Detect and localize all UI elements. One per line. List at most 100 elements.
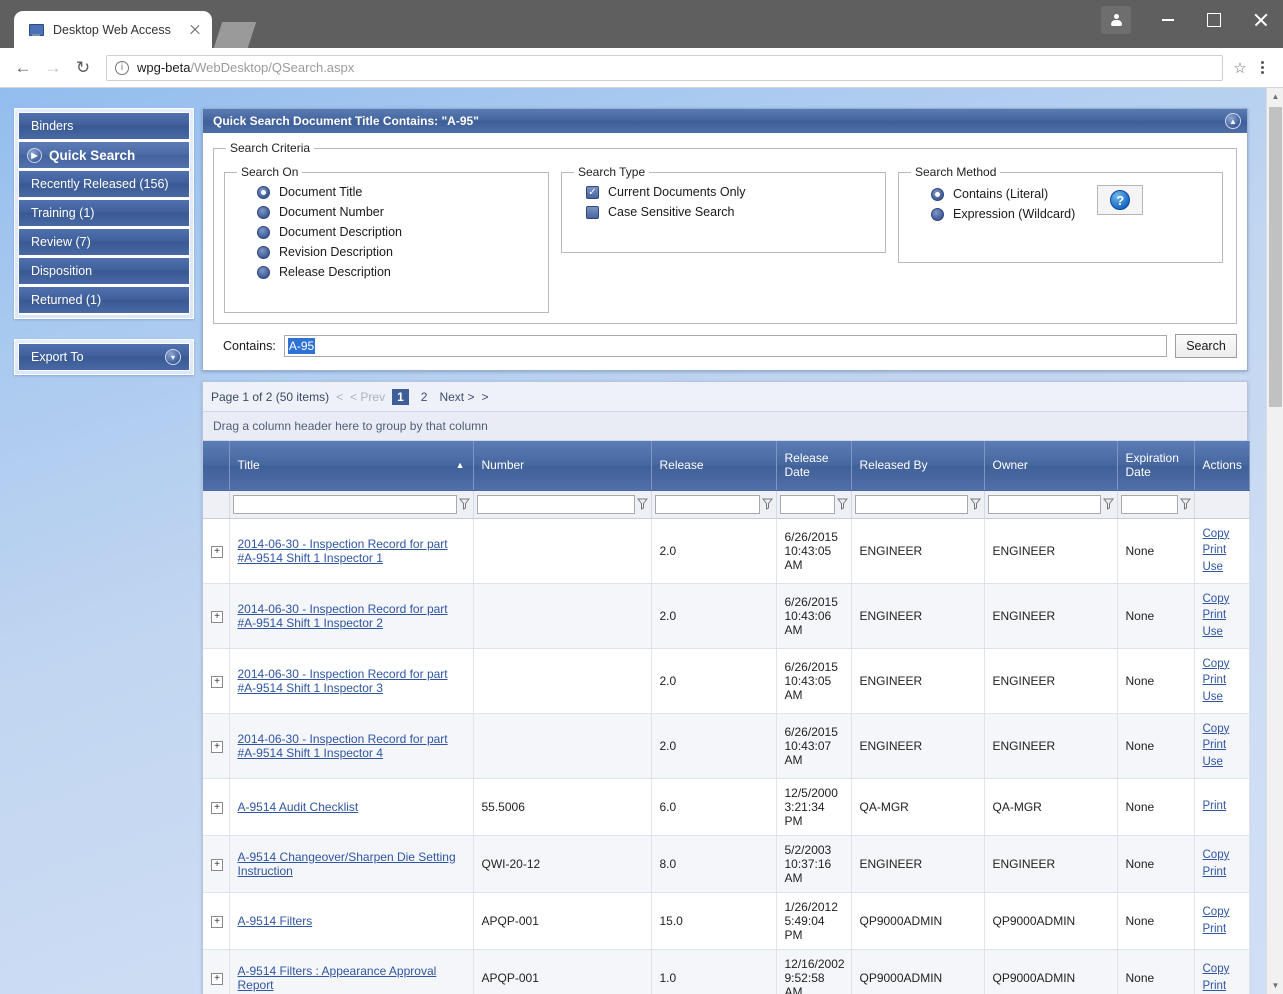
- document-title-link[interactable]: 2014-06-30 - Inspection Record for part …: [238, 732, 448, 760]
- pager-page-2[interactable]: 2: [416, 389, 433, 405]
- action-link-print[interactable]: Print: [1203, 672, 1241, 689]
- contains-input[interactable]: A-95: [283, 335, 1167, 357]
- filter-funnel-icon[interactable]: [636, 498, 648, 510]
- table-row[interactable]: + A-9514 Filters : Appearance Approval Re…: [203, 949, 1250, 994]
- filter-input-title[interactable]: [232, 494, 457, 514]
- action-link-print[interactable]: Print: [1203, 798, 1241, 815]
- action-link-copy[interactable]: Copy: [1203, 904, 1241, 921]
- pager-next[interactable]: Next >: [439, 390, 474, 404]
- bookmark-star-icon[interactable]: ☆: [1229, 57, 1251, 79]
- column-header-number[interactable]: Number: [473, 441, 652, 491]
- filter-input-number[interactable]: [476, 494, 635, 514]
- profile-avatar-icon[interactable]: [1101, 6, 1131, 34]
- table-row[interactable]: +2014-06-30 - Inspection Record for part…: [203, 713, 1250, 779]
- pager-prev[interactable]: < Prev: [350, 390, 385, 404]
- collapse-panel-icon[interactable]: ▲: [1225, 113, 1241, 129]
- filter-funnel-icon[interactable]: [761, 498, 773, 510]
- help-button[interactable]: ?: [1097, 185, 1144, 215]
- filter-funnel-icon[interactable]: [1102, 498, 1114, 510]
- radio-contains-literal[interactable]: Contains (Literal): [931, 187, 1075, 201]
- column-header-title[interactable]: Title ▲: [229, 441, 474, 491]
- table-row[interactable]: +2014-06-30 - Inspection Record for part…: [203, 583, 1250, 649]
- back-button[interactable]: ←: [8, 53, 38, 83]
- browser-menu-icon[interactable]: [1251, 57, 1273, 79]
- action-link-copy[interactable]: Copy: [1203, 526, 1241, 543]
- sidebar-item-disposition[interactable]: Disposition: [18, 257, 190, 286]
- column-header-expiration-date[interactable]: Expiration Date: [1117, 441, 1195, 491]
- action-link-use[interactable]: Use: [1203, 624, 1241, 641]
- chevron-down-icon[interactable]: ▾: [165, 349, 181, 365]
- expand-row-icon[interactable]: +: [211, 741, 223, 754]
- vertical-scrollbar[interactable]: ▲ ▼: [1266, 88, 1283, 994]
- document-title-link[interactable]: 2014-06-30 - Inspection Record for part …: [238, 537, 448, 565]
- action-link-print[interactable]: Print: [1203, 737, 1241, 754]
- new-tab-button[interactable]: [213, 22, 257, 48]
- sidebar-item-review[interactable]: Review (7): [18, 228, 190, 257]
- sidebar-item-returned[interactable]: Returned (1): [18, 286, 190, 315]
- radio-release-description[interactable]: Release Description: [257, 265, 538, 279]
- close-window-button[interactable]: [1237, 4, 1283, 36]
- document-title-link[interactable]: 2014-06-30 - Inspection Record for part …: [238, 602, 448, 630]
- action-link-print[interactable]: Print: [1203, 607, 1241, 624]
- minimize-button[interactable]: [1145, 4, 1191, 36]
- document-title-link[interactable]: 2014-06-30 - Inspection Record for part …: [238, 667, 448, 695]
- table-row[interactable]: + A-9514 Changeover/Sharpen Die Setting I…: [203, 835, 1250, 893]
- radio-document-description[interactable]: Document Description: [257, 225, 538, 239]
- filter-input-expiration-date[interactable]: [1120, 494, 1178, 514]
- radio-expression-wildcard[interactable]: Expression (Wildcard): [931, 207, 1075, 221]
- document-title-link[interactable]: A-9514 Filters: [238, 914, 313, 928]
- action-link-copy[interactable]: Copy: [1203, 591, 1241, 608]
- maximize-button[interactable]: [1191, 4, 1237, 36]
- table-row[interactable]: +2014-06-30 - Inspection Record for part…: [203, 648, 1250, 714]
- document-title-link[interactable]: A-9514 Changeover/Sharpen Die Setting In…: [238, 850, 456, 878]
- address-bar[interactable]: i wpg-beta/WebDesktop/QSearch.aspx: [106, 54, 1223, 81]
- action-link-use[interactable]: Use: [1203, 689, 1241, 706]
- action-link-copy[interactable]: Copy: [1203, 961, 1241, 978]
- sidebar-item-training[interactable]: Training (1): [18, 199, 190, 228]
- scrollbar-thumb[interactable]: [1269, 107, 1282, 407]
- filter-input-released-by[interactable]: [854, 494, 968, 514]
- group-drop-area[interactable]: Drag a column header here to group by th…: [203, 411, 1247, 441]
- action-link-print[interactable]: Print: [1203, 864, 1241, 881]
- export-to-button[interactable]: Export To ▾: [18, 343, 190, 371]
- expand-row-icon[interactable]: +: [211, 546, 223, 558]
- filter-input-owner[interactable]: [987, 494, 1101, 514]
- close-tab-icon[interactable]: [186, 21, 204, 39]
- table-row[interactable]: +2014-06-30 - Inspection Record for part…: [203, 518, 1250, 584]
- expand-row-icon[interactable]: +: [211, 676, 223, 689]
- sidebar-item-quick-search[interactable]: ▶ Quick Search: [18, 141, 190, 170]
- pager-page-1[interactable]: 1: [392, 388, 409, 405]
- pager-first[interactable]: <: [336, 390, 343, 404]
- scroll-down-icon[interactable]: ▼: [1267, 977, 1283, 994]
- table-row[interactable]: + A-9514 Filters APQP-001 15.0 1/26/2012 5:4…: [203, 892, 1250, 950]
- checkbox-case-sensitive-search[interactable]: Case Sensitive Search: [586, 205, 875, 219]
- reload-button[interactable]: ↻: [68, 53, 98, 83]
- expand-row-icon[interactable]: +: [211, 973, 223, 986]
- radio-document-number[interactable]: Document Number: [257, 205, 538, 219]
- document-title-link[interactable]: A-9514 Audit Checklist: [238, 800, 359, 814]
- filter-input-release-date[interactable]: [779, 494, 835, 514]
- filter-funnel-icon[interactable]: [458, 498, 470, 510]
- forward-button[interactable]: →: [38, 53, 68, 83]
- action-link-use[interactable]: Use: [1203, 559, 1241, 576]
- action-link-copy[interactable]: Copy: [1203, 847, 1241, 864]
- filter-funnel-icon[interactable]: [836, 498, 848, 510]
- radio-revision-description[interactable]: Revision Description: [257, 245, 538, 259]
- column-header-release-date[interactable]: Release Date: [776, 441, 852, 491]
- action-link-print[interactable]: Print: [1203, 542, 1241, 559]
- action-link-print[interactable]: Print: [1203, 921, 1241, 938]
- action-link-print[interactable]: Print: [1203, 978, 1241, 994]
- expand-row-icon[interactable]: +: [211, 802, 223, 815]
- expand-row-icon[interactable]: +: [211, 859, 223, 872]
- checkbox-current-documents-only[interactable]: ✓ Current Documents Only: [586, 185, 875, 199]
- action-link-use[interactable]: Use: [1203, 754, 1241, 771]
- pager-last[interactable]: >: [481, 390, 488, 404]
- table-row[interactable]: + A-9514 Audit Checklist 55.5006 6.0 12/5/20…: [203, 778, 1250, 836]
- sidebar-item-binders[interactable]: Binders: [18, 112, 190, 141]
- search-button[interactable]: Search: [1175, 334, 1237, 358]
- column-header-released-by[interactable]: Released By: [851, 441, 985, 491]
- sidebar-item-recently-released[interactable]: Recently Released (156): [18, 170, 190, 199]
- document-title-link[interactable]: A-9514 Filters : Appearance Approval Rep…: [238, 964, 437, 992]
- site-info-icon[interactable]: i: [115, 60, 129, 75]
- column-header-release[interactable]: Release: [651, 441, 777, 491]
